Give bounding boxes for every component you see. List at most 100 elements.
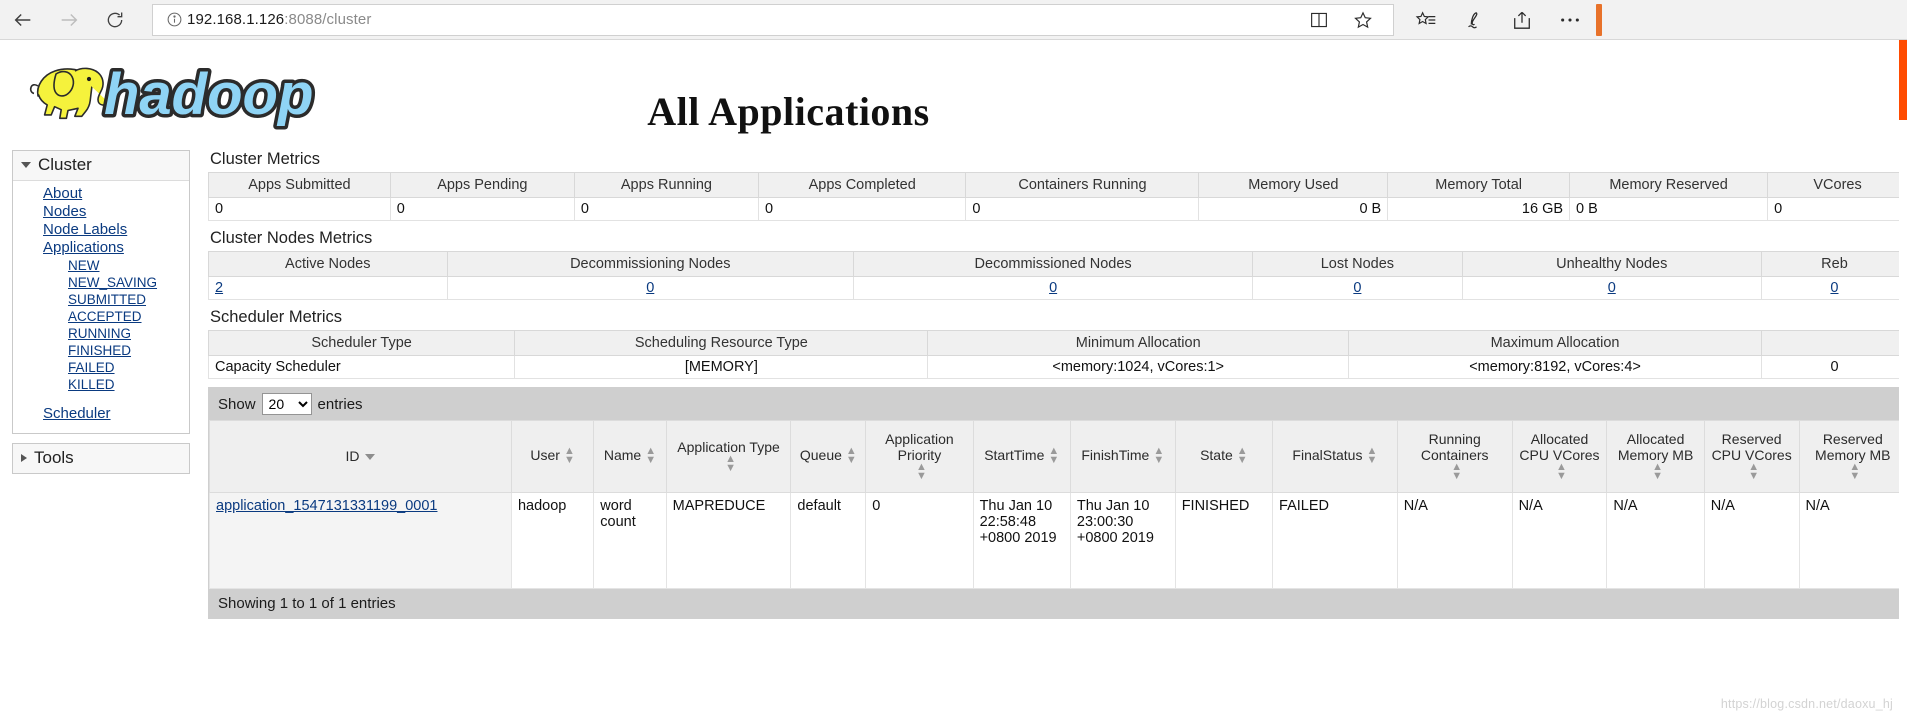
sidebar-tools-header[interactable]: Tools <box>13 444 189 473</box>
entries-label: entries <box>317 395 363 413</box>
address-bar-text: 192.168.1.126:8088/cluster <box>187 11 371 28</box>
sidebar-item-submitted[interactable]: SUBMITTED <box>13 291 189 308</box>
scheduler-metrics-table: Scheduler Type Scheduling Resource Type … <box>207 330 1907 379</box>
col-apps-running: Apps Running <box>573 172 760 198</box>
lost-nodes-link[interactable]: 0 <box>1353 280 1361 296</box>
share-icon <box>1514 11 1530 29</box>
sort-icon: ▲ ▼ <box>1556 461 1567 483</box>
val-containers-running: 0 <box>965 197 1200 221</box>
col-application-priority[interactable]: Application Priority ▲ ▼ <box>865 420 974 493</box>
chevron-down-icon <box>21 162 31 168</box>
table-header-row: Active Nodes Decommissioning Nodes Decom… <box>208 251 1907 277</box>
col-application-priority-label: Application Priority <box>885 430 954 463</box>
active-nodes-link[interactable]: 2 <box>215 280 223 296</box>
col-allocated-cpu-vcores[interactable]: Allocated CPU VCores ▲ ▼ <box>1511 420 1608 493</box>
col-scheduler-type: Scheduler Type <box>207 330 516 356</box>
cell-queue: default <box>790 492 867 589</box>
refresh-icon <box>107 12 123 27</box>
col-reserved-memory-mb[interactable]: Reserved Memory MB ▲ ▼ <box>1798 420 1907 493</box>
col-final-status[interactable]: FinalStatus ▲ ▼ <box>1272 420 1398 493</box>
col-reserved-cpu-vcores[interactable]: Reserved CPU VCores ▲ ▼ <box>1703 420 1800 493</box>
sidebar-item-nodes[interactable]: Nodes <box>13 203 189 221</box>
web-notes-button[interactable] <box>1450 10 1498 30</box>
val-decommissioned-nodes[interactable]: 0 <box>853 276 1254 300</box>
val-apps-pending: 0 <box>389 197 575 221</box>
sidebar-cluster-header[interactable]: Cluster <box>13 151 189 181</box>
sidebar-item-running[interactable]: RUNNING <box>13 325 189 342</box>
info-icon <box>167 12 181 27</box>
col-minimum-allocation: Minimum Allocation <box>927 330 1349 356</box>
reading-view-button[interactable] <box>1297 11 1341 29</box>
favorites-hub-button[interactable] <box>1402 10 1450 30</box>
sidebar-item-finished[interactable]: FINISHED <box>13 342 189 359</box>
page-scrollbar[interactable] <box>1899 40 1907 719</box>
col-memory-total: Memory Total <box>1387 172 1571 198</box>
col-user[interactable]: User ▲ ▼ <box>510 420 595 493</box>
favorite-button[interactable] <box>1341 10 1385 30</box>
entries-per-page-select[interactable]: 20 50 100 <box>261 393 312 415</box>
chevron-right-icon <box>21 454 27 462</box>
col-id[interactable]: ID <box>209 420 512 493</box>
sort-icon: ▲ ▼ <box>1048 445 1060 467</box>
share-button[interactable] <box>1498 10 1546 30</box>
col-finish-time[interactable]: FinishTime ▲ ▼ <box>1069 420 1176 493</box>
browser-toolbar: 192.168.1.126:8088/cluster <box>0 0 1907 40</box>
table-header-row: ID User ▲ ▼ Name ▲ ▼ Application Type ▲ ▼ Queu… <box>209 420 1907 493</box>
sort-icon: ▲ ▼ <box>645 445 657 467</box>
sort-icon: ▲ ▼ <box>915 461 927 483</box>
col-memory-used: Memory Used <box>1198 172 1389 198</box>
val-decommissioning-nodes[interactable]: 0 <box>446 276 855 300</box>
col-state[interactable]: State ▲ ▼ <box>1174 420 1274 493</box>
refresh-button[interactable] <box>92 0 138 40</box>
table-header-row: Scheduler Type Scheduling Resource Type … <box>207 330 1907 356</box>
cell-final-status: FAILED <box>1272 492 1398 589</box>
cell-allocated-cpu-vcores: N/A <box>1511 492 1608 589</box>
sort-icon: ▲ ▼ <box>1748 461 1760 483</box>
val-apps-completed: 0 <box>757 197 967 221</box>
val-active-nodes[interactable]: 2 <box>208 276 448 300</box>
cell-reserved-memory-mb: N/A <box>1798 492 1907 589</box>
col-queue[interactable]: Queue ▲ ▼ <box>790 420 867 493</box>
table-footer-info: Showing 1 to 1 of 1 entries <box>209 589 1907 618</box>
decommissioned-nodes-link[interactable]: 0 <box>1049 280 1057 296</box>
val-lost-nodes[interactable]: 0 <box>1252 276 1463 300</box>
col-start-time[interactable]: StartTime ▲ ▼ <box>972 420 1071 493</box>
col-running-containers[interactable]: Running Containers ▲ ▼ <box>1396 420 1513 493</box>
sort-icon: ▲ ▼ <box>1366 445 1378 467</box>
sidebar-item-accepted[interactable]: ACCEPTED <box>13 308 189 325</box>
sidebar-item-applications[interactable]: Applications <box>13 239 189 257</box>
site-info-button[interactable] <box>161 11 187 28</box>
col-name[interactable]: Name ▲ ▼ <box>593 420 667 493</box>
table-row: Capacity Scheduler [MEMORY] <memory:1024… <box>207 355 1907 379</box>
col-queue-label: Queue <box>799 446 842 463</box>
scrollbar-thumb[interactable] <box>1899 40 1907 120</box>
forward-button[interactable] <box>46 0 92 40</box>
col-application-type[interactable]: Application Type ▲ ▼ <box>665 420 792 493</box>
table-header-row: Apps Submitted Apps Pending Apps Running… <box>208 172 1907 198</box>
sidebar-item-killed[interactable]: KILLED <box>13 376 189 393</box>
col-allocated-memory-mb[interactable]: Allocated Memory MB ▲ ▼ <box>1606 420 1705 493</box>
rebooted-nodes-link[interactable]: 0 <box>1830 280 1838 296</box>
unhealthy-nodes-link[interactable]: 0 <box>1608 280 1616 296</box>
sidebar-item-scheduler[interactable]: Scheduler <box>13 405 189 423</box>
decommissioning-nodes-link[interactable]: 0 <box>646 280 654 296</box>
sidebar-item-failed[interactable]: FAILED <box>13 359 189 376</box>
val-memory-reserved: 0 B <box>1569 197 1769 221</box>
col-name-label: Name <box>603 446 642 463</box>
cell-id[interactable]: application_1547131331199_0001 <box>209 492 512 589</box>
col-maximum-allocation: Maximum Allocation <box>1347 330 1763 356</box>
sidebar-item-node-labels[interactable]: Node Labels <box>13 221 189 239</box>
address-bar[interactable]: 192.168.1.126:8088/cluster <box>152 3 1394 36</box>
watermark-text: https://blog.csdn.net/daoxu_hj <box>1720 697 1893 711</box>
sidebar-item-new-saving[interactable]: NEW_SAVING <box>13 274 189 291</box>
more-settings-button[interactable] <box>1546 16 1594 24</box>
back-button[interactable] <box>0 0 46 40</box>
page-title: All Applications <box>0 88 1907 135</box>
sidebar-item-new[interactable]: NEW <box>13 257 189 274</box>
cell-allocated-memory-mb: N/A <box>1606 492 1705 589</box>
sort-icon: ▲ ▼ <box>1451 461 1463 483</box>
sidebar-item-about[interactable]: About <box>13 185 189 203</box>
val-unhealthy-nodes[interactable]: 0 <box>1461 276 1762 300</box>
application-id-link[interactable]: application_1547131331199_0001 <box>216 498 437 514</box>
val-rebooted-nodes[interactable]: 0 <box>1760 276 1907 300</box>
